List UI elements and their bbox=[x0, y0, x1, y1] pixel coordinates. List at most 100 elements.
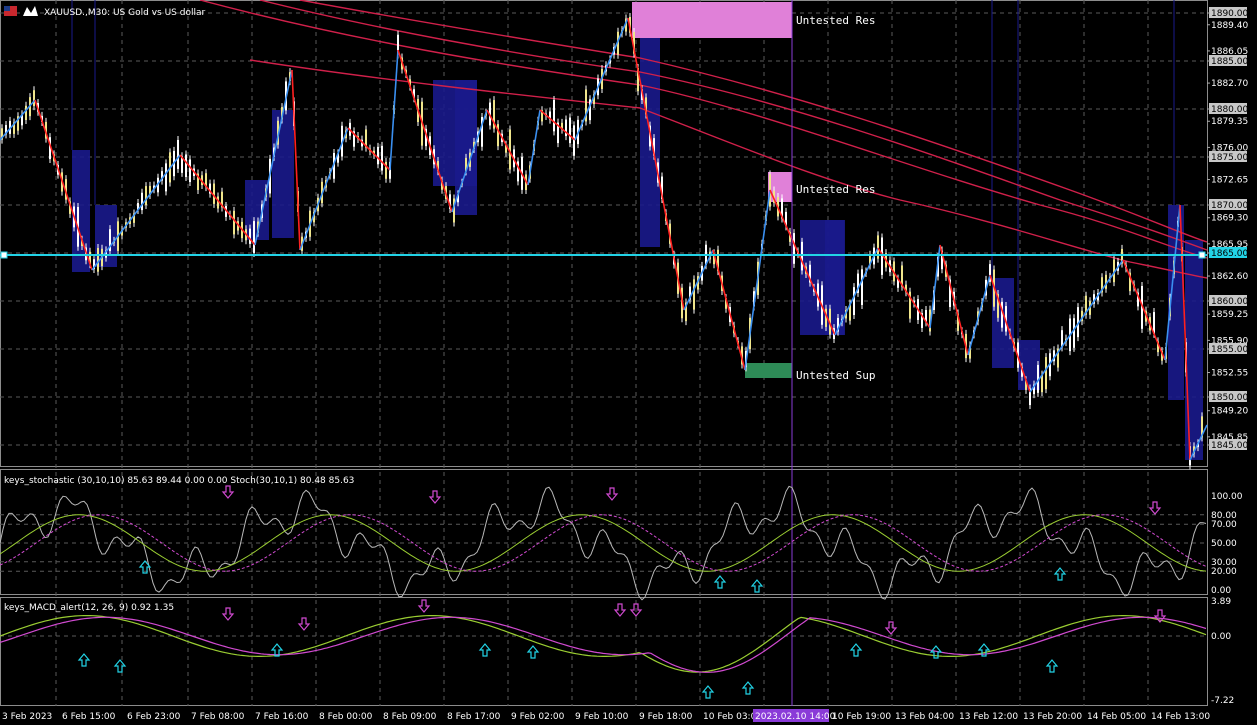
price-line-handle-right[interactable] bbox=[1198, 251, 1206, 259]
price-label: 1885.00 bbox=[1211, 57, 1248, 67]
candle-body bbox=[189, 159, 191, 183]
time-axis: 3 Feb 2023 6 Feb 15:00 6 Feb 23:00 7 Feb 08… bbox=[2, 709, 1210, 722]
zigzag-down bbox=[877, 247, 931, 329]
candle-body bbox=[801, 241, 803, 271]
sell-arrow-icon bbox=[297, 617, 311, 631]
time-label: 13 Feb 12:00 bbox=[959, 712, 1018, 722]
price-label: 1865.00 bbox=[1211, 249, 1248, 259]
time-cursor-label: 2023.02.10 14:00 bbox=[755, 712, 836, 722]
price-label: 1860.00 bbox=[1211, 297, 1248, 307]
macd-signal-line bbox=[0, 616, 1207, 673]
stochastic-axis: 100.0080.0070.0050.0030.0020.000.00 bbox=[1211, 492, 1243, 596]
price-label: 1870.00 bbox=[1211, 201, 1248, 211]
ma-line bbox=[199, 0, 1208, 259]
zigzag-up bbox=[574, 17, 629, 141]
time-label: 7 Feb 16:00 bbox=[255, 712, 309, 722]
stoch-level-label: 50.00 bbox=[1211, 539, 1237, 549]
moving-averages bbox=[199, 0, 1208, 279]
candle-body bbox=[569, 117, 571, 144]
time-label: 10 Feb 19:00 bbox=[832, 712, 891, 722]
price-label: 1855.00 bbox=[1211, 345, 1248, 355]
candle-body bbox=[145, 186, 147, 206]
time-label: 6 Feb 23:00 bbox=[127, 712, 181, 722]
time-label: 8 Feb 17:00 bbox=[447, 712, 501, 722]
time-label: 7 Feb 08:00 bbox=[191, 712, 245, 722]
time-label: 13 Feb 04:00 bbox=[895, 712, 954, 722]
buy-arrow-icon bbox=[849, 643, 863, 657]
price-label: 1882.70 bbox=[1211, 79, 1248, 89]
price-label: 1880.00 bbox=[1211, 105, 1248, 115]
buy-arrow-icon bbox=[750, 579, 764, 593]
buy-arrow-icon bbox=[1053, 567, 1067, 581]
stoch-level-label: 0.00 bbox=[1211, 586, 1231, 596]
candle-body bbox=[249, 228, 251, 244]
macd-lines bbox=[0, 615, 1207, 673]
time-label: 8 Feb 00:00 bbox=[319, 712, 373, 722]
candle-body bbox=[253, 221, 255, 253]
sell-arrow-icon bbox=[428, 490, 442, 504]
zigzag-down bbox=[1122, 259, 1166, 361]
zigzag-down bbox=[712, 249, 746, 371]
time-label: 8 Feb 09:00 bbox=[383, 712, 437, 722]
price-label: 1869.30 bbox=[1211, 214, 1248, 224]
zigzag-up bbox=[744, 189, 771, 371]
time-label: 9 Feb 02:00 bbox=[511, 712, 565, 722]
macd-level-label: 3.89 bbox=[1211, 597, 1231, 607]
time-label: 9 Feb 18:00 bbox=[639, 712, 693, 722]
zigzag-up bbox=[389, 49, 399, 171]
zigzag-down bbox=[179, 154, 256, 246]
sell-arrow-icon bbox=[417, 599, 431, 613]
price-label: 1889.40 bbox=[1211, 21, 1248, 31]
candle-body bbox=[165, 163, 167, 192]
time-label: 9 Feb 10:00 bbox=[575, 712, 629, 722]
chart-header: XAUUSD.,M30: US Gold vs US dollar bbox=[4, 6, 205, 18]
price-label: 1862.60 bbox=[1211, 272, 1248, 282]
price-label: 1879.35 bbox=[1211, 117, 1248, 127]
price-label: 1845.00 bbox=[1211, 441, 1248, 451]
flag-icon-inner bbox=[4, 6, 10, 11]
buy-arrow-icon bbox=[478, 643, 492, 657]
stoch-level-label: 20.00 bbox=[1211, 567, 1237, 577]
price-line-handle-left[interactable] bbox=[0, 251, 8, 259]
buy-arrow-icon bbox=[701, 685, 715, 699]
price-label: 1852.55 bbox=[1211, 369, 1248, 379]
buy-arrow-icon bbox=[113, 659, 127, 673]
sell-arrow-icon bbox=[605, 487, 619, 501]
candle-body bbox=[377, 146, 379, 165]
zigzag-up bbox=[299, 127, 349, 251]
price-label: 1890.00 bbox=[1211, 9, 1248, 19]
candle-body bbox=[853, 287, 855, 316]
zigzag-up bbox=[967, 274, 991, 356]
time-label: 14 Feb 05:00 bbox=[1087, 712, 1146, 722]
zone-label-res-mid: Untested Res bbox=[796, 183, 875, 196]
order-block bbox=[1185, 240, 1203, 460]
chart-canvas[interactable]: Untested Res Untested Res Untested Sup X… bbox=[0, 0, 1257, 725]
chart-type-icon[interactable] bbox=[23, 6, 38, 16]
candle-body bbox=[233, 210, 235, 235]
price-label: 1875.00 bbox=[1211, 153, 1248, 163]
sell-arrow-icon bbox=[1148, 501, 1162, 515]
zone-label-res-top: Untested Res bbox=[796, 14, 875, 27]
zigzag-up bbox=[1029, 259, 1124, 393]
buy-arrow-icon bbox=[1045, 659, 1059, 673]
price-label: 1850.00 bbox=[1211, 393, 1248, 403]
sell-arrow-icon bbox=[884, 621, 898, 635]
price-label: 1859.25 bbox=[1211, 310, 1248, 320]
candle-body bbox=[693, 279, 695, 310]
time-label: 3 Feb 2023 bbox=[2, 712, 52, 722]
candle-body bbox=[25, 105, 27, 121]
candle-body bbox=[1045, 357, 1047, 390]
candle-body bbox=[141, 192, 143, 211]
zigzag-up bbox=[929, 244, 941, 329]
candle-body bbox=[861, 269, 863, 305]
buy-arrow-icon bbox=[713, 575, 727, 589]
candle-body bbox=[177, 139, 179, 169]
candle-body bbox=[33, 90, 35, 107]
stoch-level-label: 100.00 bbox=[1211, 492, 1243, 502]
candle-body bbox=[553, 99, 555, 132]
sell-arrow-icon bbox=[613, 603, 627, 617]
sell-arrow-icon bbox=[221, 607, 235, 621]
price-axis: 1890.001889.401886.051885.001882.701880.… bbox=[1207, 7, 1248, 451]
sell-arrow-icon bbox=[221, 485, 235, 499]
sup-zone bbox=[745, 363, 792, 378]
